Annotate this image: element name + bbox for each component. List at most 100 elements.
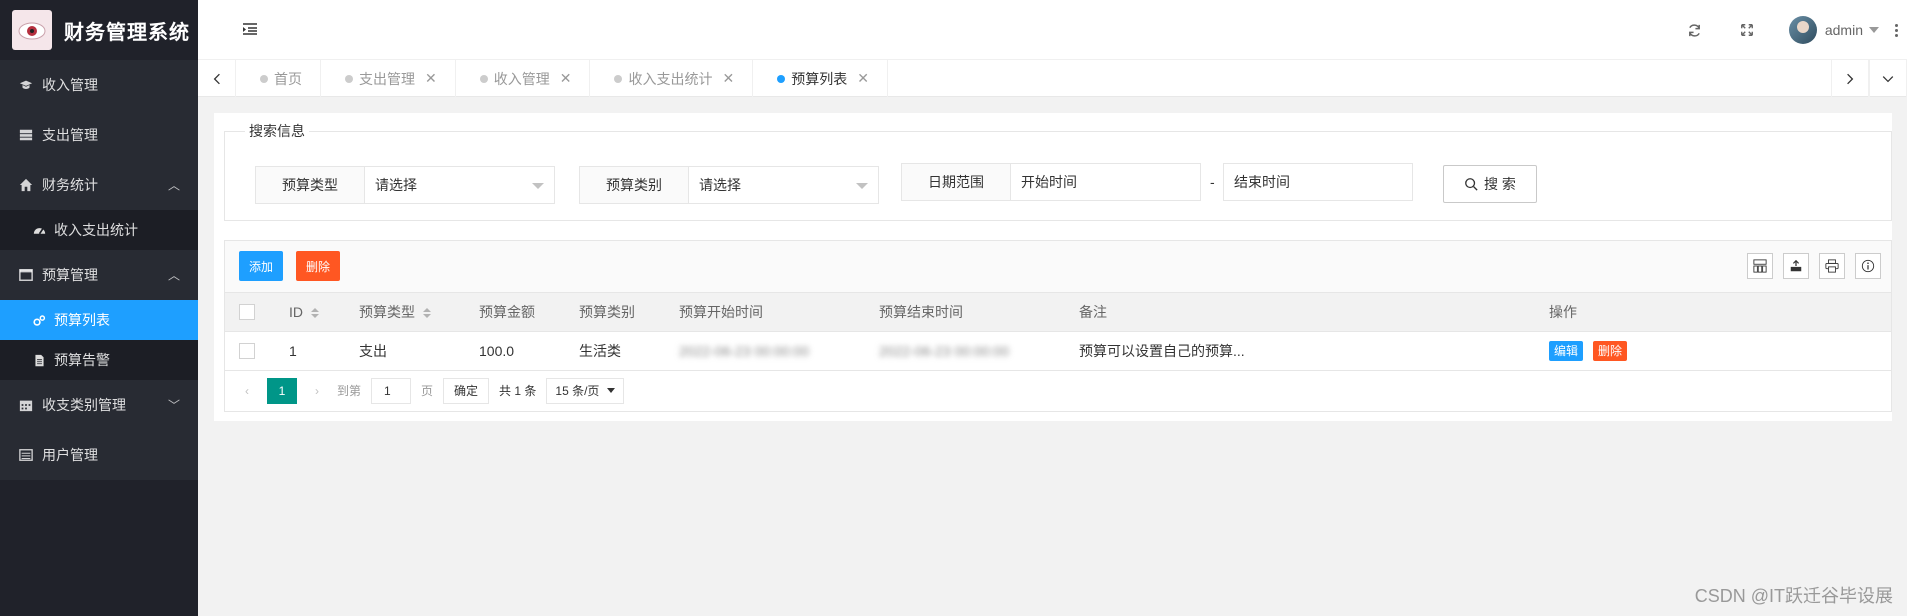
gears-icon	[32, 313, 46, 327]
select-all-cell	[225, 293, 275, 331]
tab-scroll-left-icon[interactable]	[198, 60, 236, 97]
budget-type-select[interactable]: 请选择	[365, 166, 555, 204]
tab-income-expense-stats[interactable]: 收入支出统计 ✕	[590, 60, 754, 97]
more-vertical-icon[interactable]	[1895, 23, 1899, 37]
watermark: CSDN @IT跃迁谷毕设展	[1694, 586, 1893, 606]
goto-prefix: 到第	[337, 384, 362, 398]
prev-page-icon[interactable]: ‹	[237, 384, 257, 398]
edit-button[interactable]: 编辑	[1549, 340, 1584, 361]
sidebar-item-label: 收入支出统计	[54, 222, 138, 238]
cell-amount: 100.0	[479, 342, 515, 359]
select-all-checkbox[interactable]	[239, 304, 255, 321]
cell-id: 1	[289, 342, 297, 359]
tab-dot	[260, 74, 268, 83]
dashboard-icon	[32, 223, 46, 237]
budget-category-field: 预算类别 请选择	[579, 166, 879, 204]
submenu-budget: 预算列表 预算告警	[0, 300, 198, 380]
chevron-up-icon: ︿	[167, 268, 180, 283]
tab-label: 首页	[274, 70, 302, 87]
app-title: 财务管理系统	[64, 21, 190, 44]
calendar-icon	[18, 398, 34, 412]
date-range-field: 日期范围 开始时间	[901, 163, 1201, 201]
column-header-id[interactable]: ID	[275, 293, 345, 331]
search-panel: 搜索信息 预算类型 请选择 预算类别 请选择 日期范围 开始时间 - 结束时间	[224, 121, 1892, 221]
end-date-placeholder: 结束时间	[1234, 174, 1290, 190]
search-button-label: 搜 索	[1484, 176, 1516, 192]
row-select-cell	[225, 331, 275, 370]
start-date-input[interactable]: 开始时间	[1011, 163, 1201, 201]
sidebar-item-label: 收支类别管理	[42, 397, 126, 413]
table-header-row: ID 预算类型 预算金额 预算类别 预算开始时间 预算结束时间 备注 操作	[225, 293, 1891, 331]
tab-budget-list[interactable]: 预算列表 ✕	[753, 60, 888, 97]
goto-page-input[interactable]: 1	[371, 377, 412, 404]
logo-image	[12, 10, 52, 50]
sort-icon[interactable]	[311, 308, 319, 319]
sidebar-item-users[interactable]: 用户管理	[0, 430, 198, 480]
logo: 财务管理系统	[0, 0, 198, 60]
page-size-select[interactable]: 15 条/页	[546, 377, 625, 404]
menu-toggle-icon[interactable]	[242, 22, 258, 36]
sidebar-item-expense[interactable]: 支出管理	[0, 110, 198, 160]
search-legend: 搜索信息	[249, 123, 305, 139]
sidebar-item-finance-stats[interactable]: 财务统计 ︿	[0, 160, 198, 210]
column-header-amount: 预算金额	[479, 303, 535, 320]
goto-suffix: 页	[421, 384, 434, 398]
tab-dot	[345, 74, 353, 83]
print-icon[interactable]	[1819, 253, 1845, 279]
tab-home[interactable]: 首页	[236, 60, 321, 97]
column-header-type[interactable]: 预算类型	[345, 293, 465, 331]
close-icon[interactable]: ✕	[722, 70, 734, 87]
delete-button[interactable]: 删除	[296, 251, 341, 281]
sort-icon[interactable]	[423, 308, 431, 319]
sidebar-item-category[interactable]: 收支类别管理 ﹀	[0, 380, 198, 430]
row-delete-button[interactable]: 删除	[1593, 340, 1628, 361]
info-icon[interactable]	[1855, 253, 1881, 279]
columns-filter-icon[interactable]	[1747, 253, 1773, 279]
close-icon[interactable]: ✕	[857, 70, 869, 87]
sidebar-item-budget[interactable]: 预算管理 ︿	[0, 250, 198, 300]
goto-confirm-button[interactable]: 确定	[443, 377, 490, 404]
table-row: 1 支出 100.0 生活类 2022-06-23 00:00:00 2022-…	[225, 331, 1891, 370]
sidebar-item-budget-alert[interactable]: 预算告警	[0, 340, 198, 380]
window-icon	[18, 268, 34, 282]
header-actions: admin	[1669, 0, 1907, 60]
end-date-input[interactable]: 结束时间	[1223, 163, 1413, 201]
date-range-label: 日期范围	[901, 163, 1011, 201]
budget-type-label: 预算类型	[255, 166, 365, 204]
graduation-cap-icon	[18, 78, 34, 92]
next-page-icon[interactable]: ›	[307, 384, 327, 398]
export-icon[interactable]	[1783, 253, 1809, 279]
table-toolbar: 添加 删除	[225, 241, 1891, 293]
search-button[interactable]: 搜 索	[1443, 165, 1537, 203]
search-icon	[1465, 178, 1478, 191]
add-button[interactable]: 添加	[239, 251, 284, 281]
sidebar-item-label: 预算告警	[54, 352, 110, 368]
row-checkbox[interactable]	[239, 343, 255, 360]
close-icon[interactable]: ✕	[425, 70, 437, 87]
user-menu[interactable]: admin	[1788, 16, 1879, 44]
tab-scroll-right-icon[interactable]	[1831, 60, 1869, 97]
tab-dropdown-icon[interactable]	[1869, 60, 1907, 97]
tab-label: 收入管理	[493, 70, 550, 87]
sidebar-item-income-expense-stats[interactable]: 收入支出统计	[0, 210, 198, 250]
column-header-category: 预算类别	[579, 303, 635, 320]
submenu-finance-stats: 收入支出统计	[0, 210, 198, 250]
select-arrow-icon	[856, 183, 868, 189]
current-page[interactable]: 1	[267, 377, 297, 404]
chevron-down-icon: ﹀	[167, 398, 180, 413]
close-icon[interactable]: ✕	[560, 70, 572, 87]
list-icon	[18, 448, 34, 462]
sidebar-item-income[interactable]: 收入管理	[0, 60, 198, 110]
sidebar-item-label: 收入管理	[42, 77, 98, 93]
header: admin	[198, 0, 1907, 60]
budget-category-select[interactable]: 请选择	[689, 166, 879, 204]
cell-type: 支出	[359, 342, 387, 359]
tab-expense[interactable]: 支出管理 ✕	[321, 60, 456, 97]
fullscreen-icon[interactable]	[1739, 22, 1755, 38]
server-icon	[18, 128, 34, 142]
sidebar-item-label: 支出管理	[42, 127, 98, 143]
file-icon	[32, 353, 46, 367]
refresh-icon[interactable]	[1687, 22, 1703, 38]
tab-income[interactable]: 收入管理 ✕	[456, 60, 591, 97]
sidebar-item-budget-list[interactable]: 预算列表	[0, 300, 198, 340]
